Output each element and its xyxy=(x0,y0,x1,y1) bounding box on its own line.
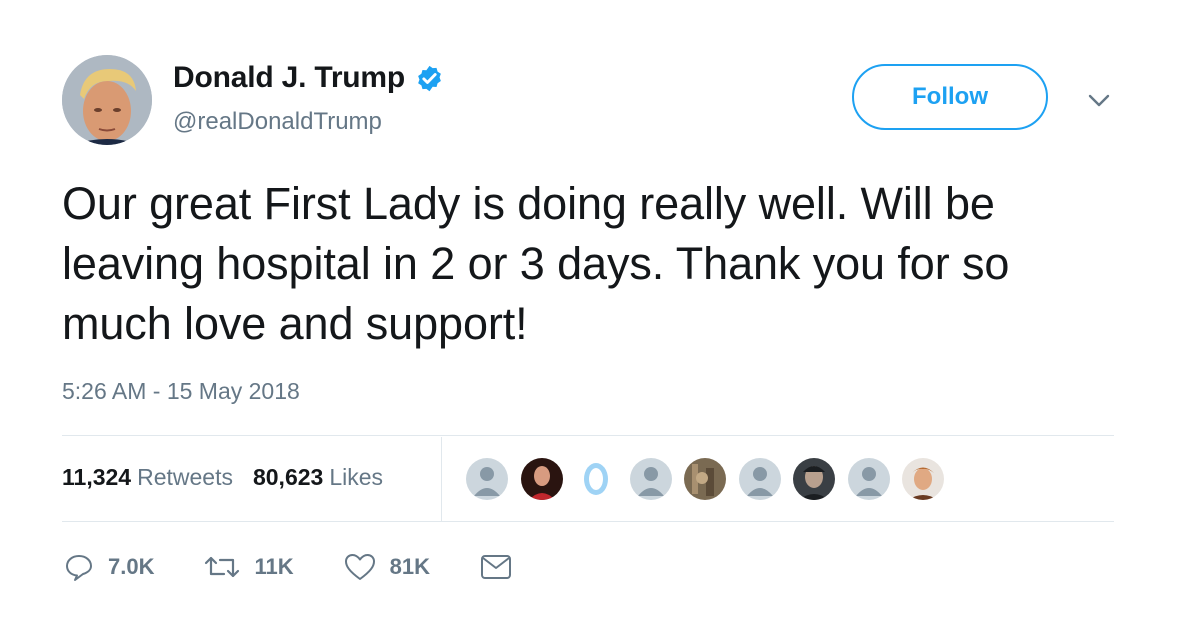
verified-badge-icon xyxy=(418,65,441,91)
tweet-text: Our great First Lady is doing really wel… xyxy=(62,178,1010,349)
likes-label: Likes xyxy=(329,464,384,490)
reply-icon xyxy=(66,555,92,581)
retweets-stat[interactable]: 11,324 Retweets xyxy=(62,464,233,491)
likes-count: 80,623 xyxy=(252,464,324,490)
liker-avatar[interactable] xyxy=(845,456,892,502)
liker-avatar[interactable] xyxy=(736,456,783,502)
author-name-row: Donald J. Trump xyxy=(173,61,444,95)
like-action[interactable]: 81K xyxy=(344,552,430,582)
author-handle[interactable]: @realDonaldTrump xyxy=(173,108,382,136)
direct-message-action[interactable] xyxy=(480,553,526,581)
message-icon xyxy=(481,555,511,579)
liker-avatar[interactable] xyxy=(518,456,565,502)
tweet-timestamp[interactable]: 5:26 AM - 15 May 2018 xyxy=(62,378,300,405)
likes-stat[interactable]: 80,623 Likes xyxy=(253,464,383,491)
liker-avatar[interactable] xyxy=(791,456,837,502)
tweet-actions: 7.0K 11K 81K xyxy=(64,552,576,582)
retweet-action[interactable]: 11K xyxy=(204,552,294,582)
retweet-count: 11K xyxy=(254,554,294,579)
liker-avatars xyxy=(464,456,955,502)
author-name[interactable]: Donald J. Trump xyxy=(173,61,405,95)
liker-avatar[interactable] xyxy=(627,456,674,502)
liker-avatar[interactable] xyxy=(682,456,728,502)
tweet-stats: 11,324 Retweets 80,623 Likes xyxy=(62,464,383,491)
liker-avatar[interactable] xyxy=(900,456,946,502)
reply-count: 7.0K xyxy=(108,554,155,579)
heart-icon xyxy=(344,554,375,580)
retweets-label: Retweets xyxy=(137,464,233,490)
liker-avatar[interactable] xyxy=(573,456,619,502)
retweet-icon xyxy=(205,556,240,578)
follow-button[interactable]: Follow xyxy=(852,64,1048,130)
retweets-count: 11,324 xyxy=(62,464,132,490)
author-avatar[interactable] xyxy=(62,55,152,145)
stats-separator xyxy=(441,437,442,521)
chevron-down-icon[interactable] xyxy=(1086,88,1112,114)
stats-bottom-divider xyxy=(62,521,1114,522)
reply-action[interactable]: 7.0K xyxy=(64,552,154,582)
liker-avatar[interactable] xyxy=(464,456,510,502)
like-count: 81K xyxy=(389,554,430,579)
stats-top-divider xyxy=(62,435,1114,436)
